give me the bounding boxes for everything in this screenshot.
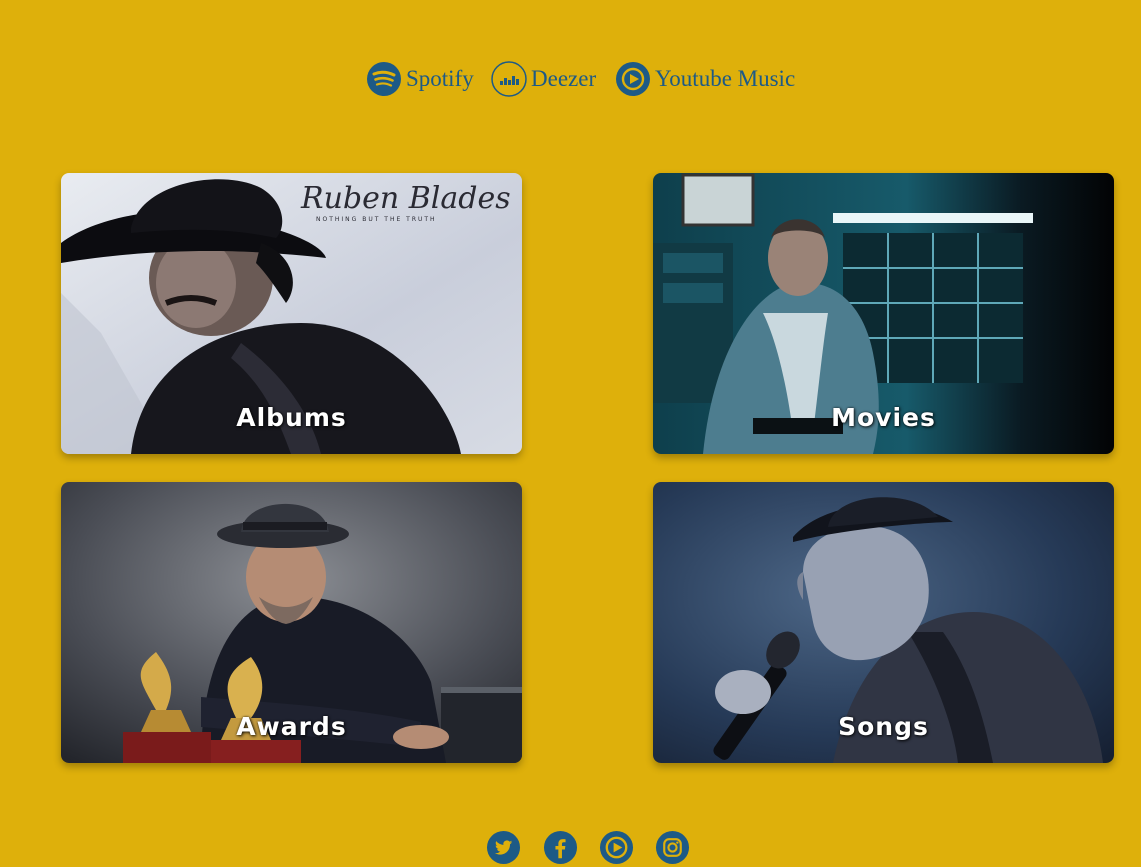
instagram-link[interactable] xyxy=(655,830,690,865)
facebook-icon xyxy=(543,830,578,865)
albums-card[interactable]: Ruben Blades NOTHING BUT THE TRUTH Album… xyxy=(61,173,522,454)
youtube-link[interactable] xyxy=(599,830,634,865)
deezer-label: Deezer xyxy=(531,66,597,91)
page: Spotify Deezer Youtube Music Ruben Blade… xyxy=(0,0,1141,867)
twitter-link[interactable] xyxy=(486,830,521,865)
album-signature: Ruben Blades xyxy=(300,181,511,216)
instagram-icon xyxy=(655,830,690,865)
youtube-music-label: Youtube Music xyxy=(655,66,796,91)
spotify-link[interactable]: Spotify xyxy=(366,60,474,98)
spotify-label: Spotify xyxy=(406,66,474,91)
social-links xyxy=(0,830,1141,866)
spotify-icon xyxy=(366,61,402,97)
youtube-music-icon xyxy=(615,61,651,97)
facebook-link[interactable] xyxy=(543,830,578,865)
deezer-link[interactable]: Deezer xyxy=(491,60,596,98)
streaming-links: Spotify Deezer Youtube Music xyxy=(0,60,1141,100)
movies-label: Movies xyxy=(831,403,936,432)
movies-card[interactable]: Movies xyxy=(653,173,1114,454)
deezer-icon xyxy=(491,61,527,97)
twitter-icon xyxy=(486,830,521,865)
awards-card[interactable]: Awards xyxy=(61,482,522,763)
awards-label: Awards xyxy=(236,712,347,741)
youtube-icon xyxy=(599,830,634,865)
albums-label: Albums xyxy=(236,403,347,432)
album-subtitle: NOTHING BUT THE TRUTH xyxy=(316,216,437,223)
songs-card[interactable]: Songs xyxy=(653,482,1114,763)
youtube-music-link[interactable]: Youtube Music xyxy=(615,60,795,98)
songs-label: Songs xyxy=(838,712,929,741)
